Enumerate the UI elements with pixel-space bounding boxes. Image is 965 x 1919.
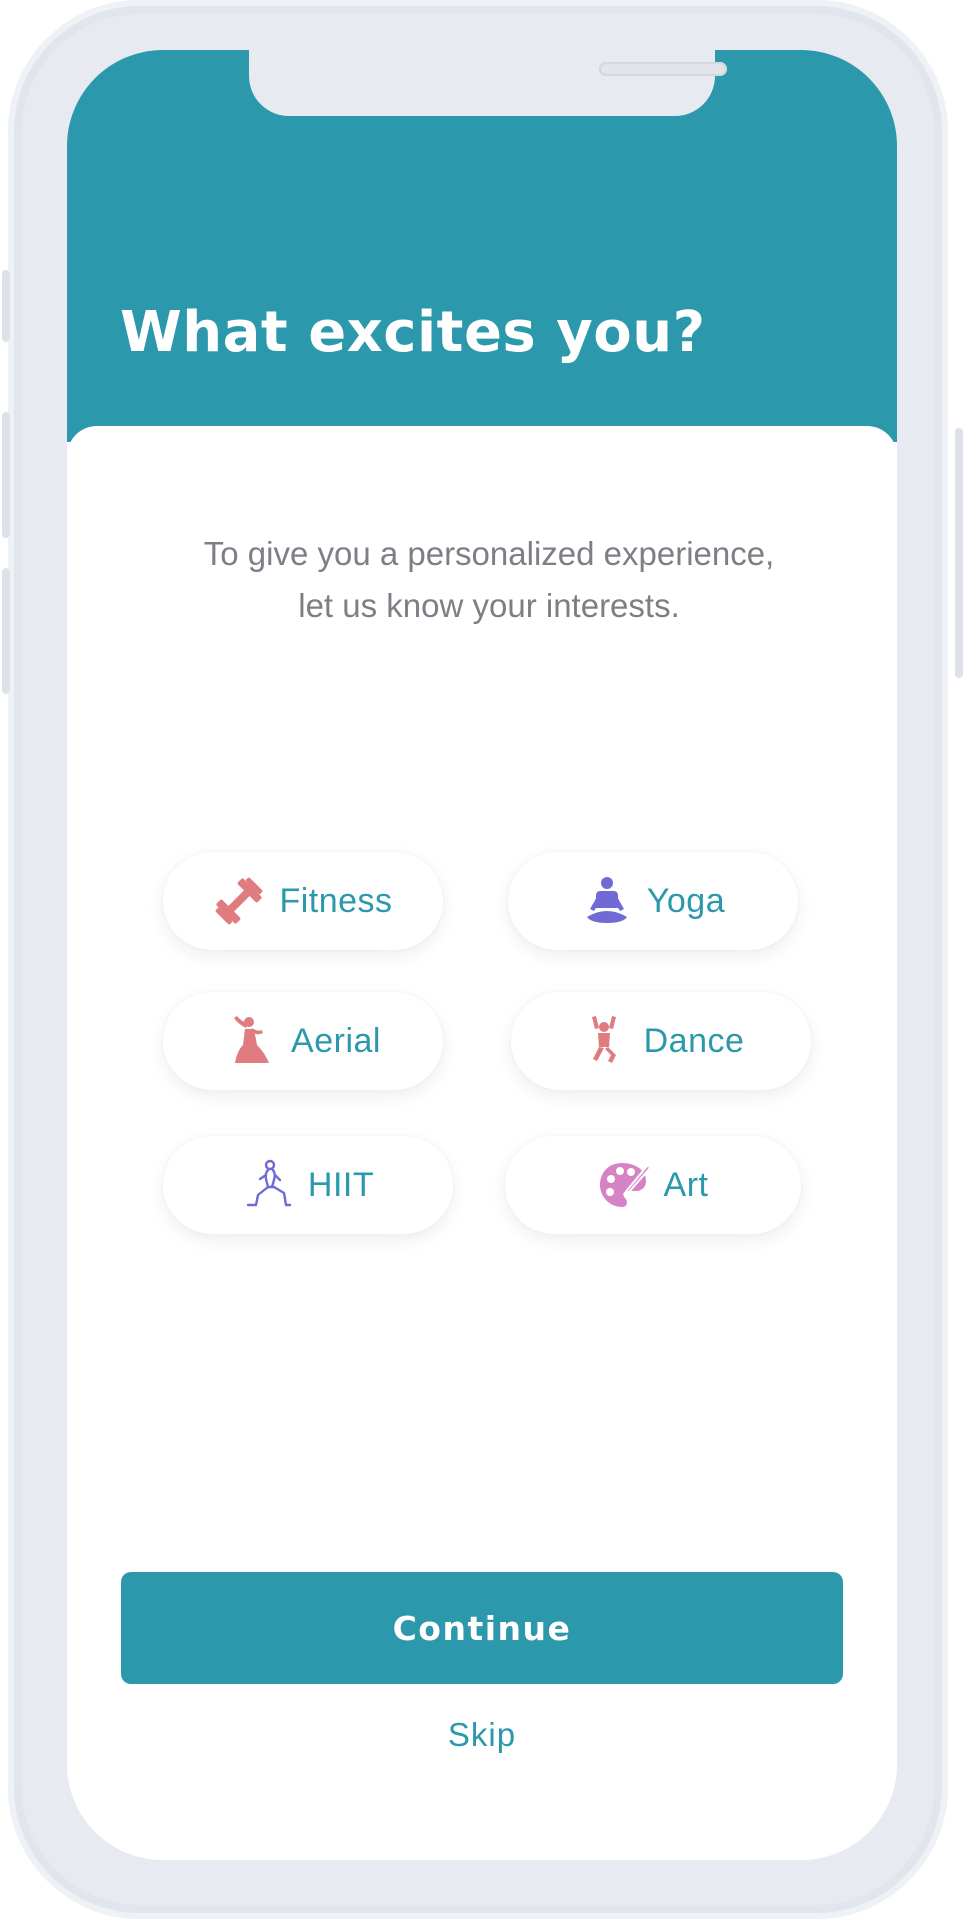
interest-chip-art[interactable]: Art bbox=[505, 1136, 801, 1234]
content-card: To give you a personalized experience, l… bbox=[67, 426, 897, 1860]
dancer-icon bbox=[578, 1015, 630, 1067]
interest-label-yoga: Yoga bbox=[646, 881, 726, 920]
interest-label-aerial: Aerial bbox=[291, 1021, 381, 1060]
intro-line-1: To give you a personalized experience, bbox=[203, 535, 775, 572]
interest-chip-hiit[interactable]: HIIT bbox=[163, 1136, 453, 1234]
paint-palette-icon bbox=[598, 1159, 650, 1211]
aerial-dancer-icon bbox=[225, 1015, 277, 1067]
phone-side-button-mute bbox=[2, 270, 10, 342]
intro-line-2: let us know your interests. bbox=[298, 587, 680, 624]
speaker-grille bbox=[599, 62, 727, 76]
page-title: What excites you? bbox=[120, 300, 706, 365]
skip-link[interactable]: Skip bbox=[382, 1716, 582, 1754]
phone-side-button-volume-up bbox=[2, 412, 10, 538]
intro-text: To give you a personalized experience, l… bbox=[127, 528, 851, 632]
interest-label-dance: Dance bbox=[643, 1021, 745, 1060]
interest-chip-fitness[interactable]: Fitness bbox=[163, 852, 443, 950]
notch bbox=[249, 50, 727, 116]
interest-chip-yoga[interactable]: Yoga bbox=[508, 852, 798, 950]
meditation-icon bbox=[581, 875, 633, 927]
continue-button[interactable]: Continue bbox=[121, 1572, 843, 1684]
interest-label-art: Art bbox=[663, 1165, 709, 1204]
phone-screen: What excites you? To give you a personal… bbox=[67, 50, 897, 1860]
interest-chip-dance[interactable]: Dance bbox=[511, 992, 811, 1090]
dumbbell-icon bbox=[213, 875, 265, 927]
interest-label-hiit: HIIT bbox=[307, 1165, 375, 1204]
interest-label-fitness: Fitness bbox=[279, 881, 393, 920]
interest-chip-aerial[interactable]: Aerial bbox=[163, 992, 443, 1090]
phone-side-button-power bbox=[955, 428, 963, 678]
phone-side-button-volume-down bbox=[2, 568, 10, 694]
lunge-exercise-icon bbox=[242, 1159, 294, 1211]
